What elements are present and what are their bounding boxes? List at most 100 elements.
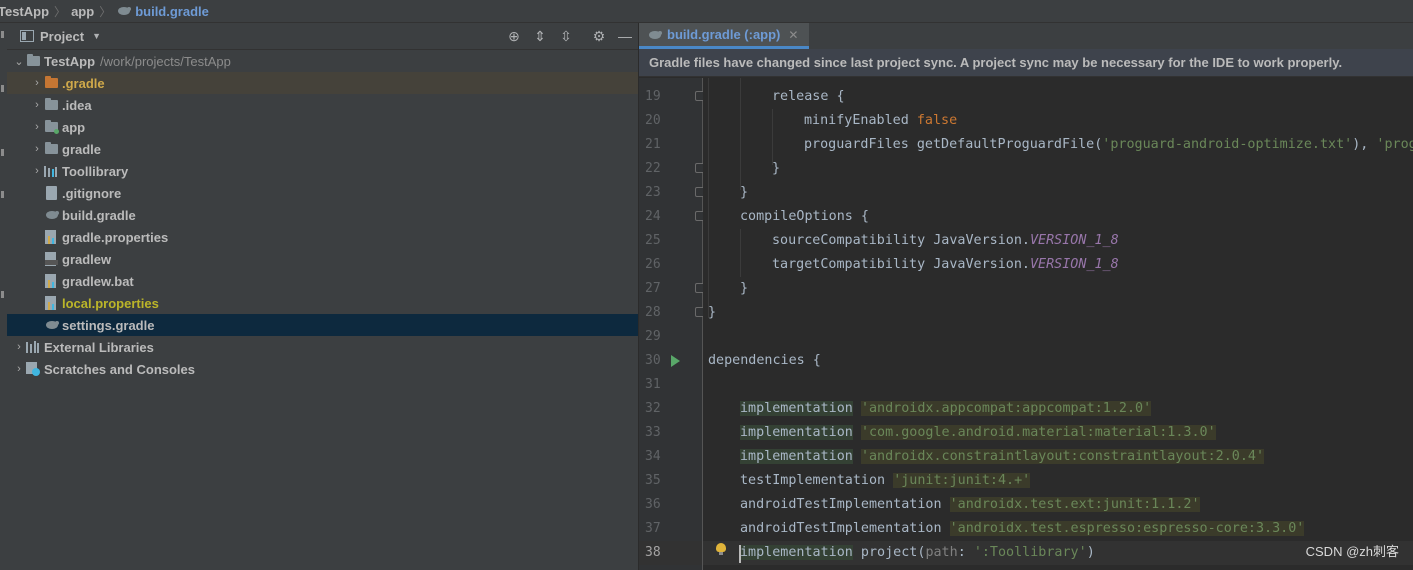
tree-item[interactable]: gradle.properties <box>7 226 638 248</box>
tree-item[interactable]: › .gradle <box>7 72 638 94</box>
tree-root[interactable]: ⌄ TestApp /work/projects/TestApp <box>7 50 638 72</box>
tree-item-label: gradle.properties <box>62 229 169 245</box>
tool-window-marker[interactable] <box>1 191 4 198</box>
folder-icon <box>25 53 41 69</box>
gutter-line: 21 <box>639 133 703 157</box>
close-icon[interactable]: ✕ <box>788 28 798 42</box>
tree-item[interactable]: › gradle <box>7 138 638 160</box>
chevron-right-icon[interactable]: › <box>31 121 43 133</box>
breadcrumb-file[interactable]: build.gradle <box>116 4 209 19</box>
project-view-title[interactable]: Project <box>40 29 84 44</box>
breadcrumb-file-label: build.gradle <box>135 3 209 19</box>
chevron-right-icon[interactable]: › <box>13 341 25 353</box>
tool-window-marker[interactable] <box>1 85 4 92</box>
line-number: 22 <box>645 161 661 176</box>
tree-item-label: local.properties <box>62 295 159 311</box>
code-token: } <box>740 281 749 296</box>
code-token: } <box>772 161 781 176</box>
tree-item[interactable]: gradlew.bat <box>7 270 638 292</box>
shell-script-icon <box>43 251 59 267</box>
tool-window-marker[interactable] <box>1 149 4 156</box>
breadcrumb-project[interactable]: TestApp <box>0 4 49 19</box>
tree-scratches[interactable]: › Scratches and Consoles <box>7 358 638 380</box>
project-tool-window: Project ▼ ⊕ ⇕ ⇳ ⚙ — ⌄ TestApp /work/proj… <box>7 23 639 570</box>
indent-guide <box>708 78 709 318</box>
code-token: 'androidx.test.espresso:espresso-core:3.… <box>949 521 1305 536</box>
expand-all-icon[interactable]: ⇕ <box>532 28 548 44</box>
code-token: : <box>957 545 974 560</box>
run-icon[interactable] <box>671 355 680 367</box>
tree-item-label: settings.gradle <box>62 317 155 333</box>
collapse-all-icon[interactable]: ⇳ <box>558 28 574 44</box>
lightbulb-icon[interactable] <box>716 543 726 555</box>
folder-icon <box>43 141 59 157</box>
code-token: project( <box>852 545 926 560</box>
code-line-25: sourceCompatibility JavaVersion.VERSION_… <box>772 229 1119 253</box>
line-number: 38 <box>645 545 661 560</box>
chevron-right-icon[interactable]: › <box>31 165 43 177</box>
code-token: } <box>708 305 717 320</box>
gutter-line: 37 <box>639 517 703 541</box>
chevron-right-icon[interactable]: › <box>31 99 43 111</box>
code-token: testImplementation <box>740 473 886 488</box>
gutter-line: 25 <box>639 229 703 253</box>
breadcrumb-module[interactable]: app <box>71 4 94 19</box>
chevron-right-icon[interactable]: › <box>31 143 43 155</box>
code-token: androidTestImplementation <box>740 497 942 512</box>
editor-gutter[interactable]: 19 20 21 22 23 24 25 26 27 28 29 30 31 3… <box>639 78 705 570</box>
tab-label: build.gradle (:app) <box>667 27 781 42</box>
chevron-down-icon[interactable]: ▼ <box>92 31 101 41</box>
code-token: dependencies { <box>708 353 821 368</box>
code-token: ), <box>1352 137 1377 152</box>
code-token: implementation <box>740 401 853 416</box>
tree-item[interactable]: › app <box>7 116 638 138</box>
tree-item-label: gradle <box>62 141 102 157</box>
gear-icon[interactable]: ⚙ <box>591 28 607 44</box>
line-number: 31 <box>645 377 661 392</box>
gutter-line: 20 <box>639 109 703 133</box>
tree-item[interactable]: › Toollibrary <box>7 160 638 182</box>
minimize-icon[interactable]: — <box>617 28 633 44</box>
code-line-37: androidTestImplementation 'androidx.test… <box>740 517 1305 541</box>
line-number: 25 <box>645 233 661 248</box>
code-line-22: } <box>772 157 780 181</box>
code-token: 'prog <box>1376 137 1413 152</box>
tree-item[interactable]: › .idea <box>7 94 638 116</box>
chevron-right-icon[interactable]: › <box>13 363 25 375</box>
tree-item-label: .idea <box>62 97 92 113</box>
line-number: 29 <box>645 329 661 344</box>
code-token: implementation <box>740 545 853 560</box>
tree-item[interactable]: local.properties <box>7 292 638 314</box>
code-token: implementation <box>740 425 853 440</box>
line-number: 24 <box>645 209 661 224</box>
tree-item[interactable]: build.gradle <box>7 204 638 226</box>
chevron-right-icon[interactable]: › <box>31 77 43 89</box>
code-token: compileOptions { <box>740 209 869 224</box>
code-line-24: compileOptions { <box>740 205 869 229</box>
locate-icon[interactable]: ⊕ <box>506 28 522 44</box>
code-editor[interactable]: release { minifyEnabled false proguardFi… <box>703 78 1413 570</box>
project-view-icon <box>20 30 34 42</box>
gutter-line: 30 <box>639 349 703 373</box>
tree-item-selected[interactable]: settings.gradle <box>7 314 638 336</box>
tool-window-marker[interactable] <box>1 31 4 38</box>
code-token: VERSION_1_8 <box>1029 257 1119 272</box>
line-number: 27 <box>645 281 661 296</box>
code-token: VERSION_1_8 <box>1029 233 1119 248</box>
code-line-20: minifyEnabled false <box>804 109 957 133</box>
chevron-down-icon[interactable]: ⌄ <box>13 55 25 68</box>
tree-item[interactable]: .gitignore <box>7 182 638 204</box>
line-number: 36 <box>645 497 661 512</box>
gutter-line: 27 <box>639 277 705 301</box>
gutter-line: 36 <box>639 493 703 517</box>
gutter-line: 24 <box>639 205 705 229</box>
tab-build-gradle[interactable]: build.gradle (:app) ✕ <box>639 23 809 49</box>
watermark: CSDN @zh刺客 <box>1305 544 1399 559</box>
text-caret <box>739 545 741 563</box>
tree-external-libraries[interactable]: › External Libraries <box>7 336 638 358</box>
gutter-line: 28 <box>639 301 705 325</box>
code-token: 'androidx.constraintlayout:constraintlay… <box>860 449 1265 464</box>
code-line-32: implementation 'androidx.appcompat:appco… <box>740 397 1152 421</box>
tree-item[interactable]: gradlew <box>7 248 638 270</box>
tool-window-marker[interactable] <box>1 291 4 298</box>
